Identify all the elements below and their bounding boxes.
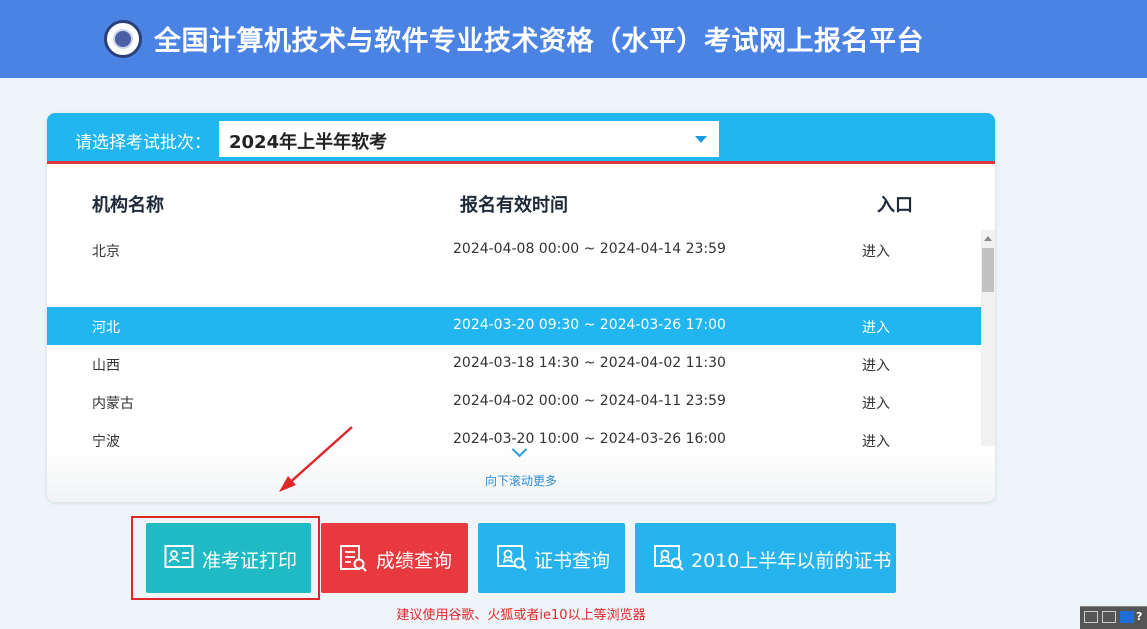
site-header: 全国计算机技术与软件专业技术资格（水平）考试网上报名平台 [0,0,1147,78]
browser-recommendation-note: 建议使用谷歌、火狐或者ie10以上等浏览器 [396,608,646,623]
pre-2010-certificate-label: 2010上半年以前的证书 [691,550,892,572]
registration-period: 2024-04-02 00:00 ~ 2024-04-11 23:59 [453,393,726,409]
scrollbar-thumb[interactable] [982,248,994,292]
institution-name: 山西 [92,358,120,374]
score-query-button[interactable]: 成绩查询 [321,523,468,593]
help-icon[interactable] [1120,611,1134,623]
certificate-search-icon [654,545,684,571]
institution-name: 河北 [92,320,120,336]
institution-name: 北京 [92,244,120,260]
column-header-entry: 入口 [877,195,913,216]
scroll-up-arrow-icon[interactable] [984,236,992,241]
table-row: 河北 2024-03-20 09:30 ~ 2024-03-26 17:00 进… [47,307,981,345]
table-scrollbar[interactable] [981,230,995,446]
batch-label: 请选择考试批次： [75,133,211,153]
registration-period: 2024-04-08 00:00 ~ 2024-04-14 23:59 [453,241,726,257]
enter-link[interactable]: 进入 [862,393,890,413]
column-header-period: 报名有效时间 [460,195,568,216]
registration-period: 2024-03-20 09:30 ~ 2024-03-26 17:00 [453,317,726,333]
registration-period: 2024-03-18 14:30 ~ 2024-04-02 11:30 [453,355,726,371]
batch-select-value: 2024年上半年软考 [229,132,388,153]
institution-name: 内蒙古 [92,396,134,412]
table-row: 北京 2024-04-08 00:00 ~ 2024-04-14 23:59 进… [47,231,981,269]
enter-link[interactable]: 进入 [862,317,890,337]
exam-seal-icon [104,20,142,58]
admit-card-print-button[interactable]: 准考证打印 [146,523,311,593]
table-row: 内蒙古 2024-04-02 00:00 ~ 2024-04-11 23:59 … [47,383,981,421]
score-query-label: 成绩查询 [376,550,453,572]
registration-panel: 请选择考试批次： 2024年上半年软考 机构名称 报名有效时间 入口 北京 20… [47,113,995,502]
certificate-query-label: 证书查询 [534,550,611,572]
scroll-more-hint[interactable]: 向下滚动更多 [47,472,995,489]
keyboard-icon[interactable] [1102,611,1116,623]
registration-period: 2024-03-20 10:00 ~ 2024-03-26 16:00 [453,431,726,447]
question-mark-icon[interactable]: ? [1136,610,1142,623]
table-row: 山西 2024-03-18 14:30 ~ 2024-04-02 11:30 进… [47,345,981,383]
certificate-search-icon [497,545,527,571]
enter-link[interactable]: 进入 [862,355,890,375]
admit-card-print-label: 准考证打印 [202,550,298,572]
column-header-institution: 机构名称 [92,195,164,216]
annotation-arrow-icon [279,426,353,492]
keyboard-icon[interactable] [1084,611,1098,623]
batch-bar: 请选择考试批次： 2024年上半年软考 [47,113,995,164]
certificate-query-button[interactable]: 证书查询 [478,523,625,593]
site-title: 全国计算机技术与软件专业技术资格（水平）考试网上报名平台 [154,26,924,57]
enter-link[interactable]: 进入 [862,241,890,261]
chevron-down-icon[interactable] [695,136,707,143]
system-tray: ? [1080,606,1147,629]
batch-select[interactable]: 2024年上半年软考 [219,121,719,157]
document-search-icon [340,545,367,572]
pre-2010-certificate-button[interactable]: 2010上半年以前的证书 [635,523,896,593]
id-card-icon [164,545,194,568]
